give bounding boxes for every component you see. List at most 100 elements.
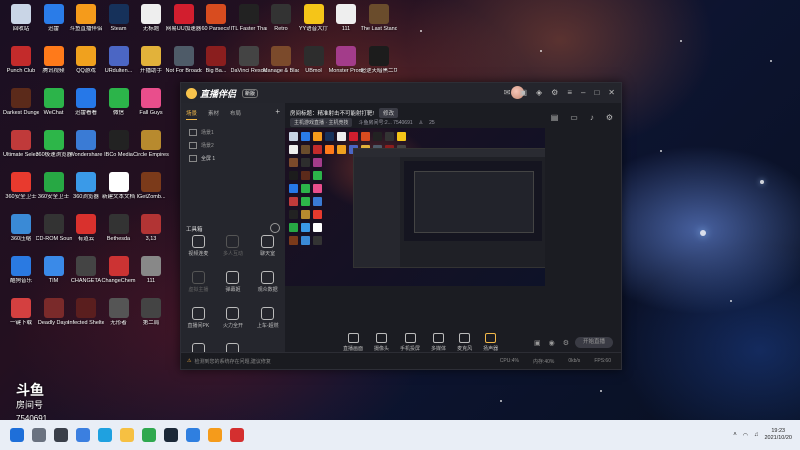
desktop-icon[interactable]: IGetZomb...: [134, 172, 168, 212]
desktop-icon[interactable]: 网易UU加速器: [166, 4, 201, 44]
desktop-icon[interactable]: 111: [329, 4, 363, 44]
scene-item[interactable]: 场景1: [181, 124, 285, 137]
desktop-icon[interactable]: 斗鱼直播伴侣: [69, 4, 103, 44]
start-live-button[interactable]: 开始直播: [575, 337, 613, 348]
desktop-icon[interactable]: CD-ROM Soundless: [36, 214, 72, 254]
file-explorer-icon[interactable]: [120, 428, 134, 442]
tool-item[interactable]: 视频连麦: [181, 235, 216, 257]
desktop-icon[interactable]: Retro: [264, 4, 298, 44]
clock[interactable]: 19:23 2021/10/20: [764, 428, 792, 442]
desktop-icon[interactable]: 有道云: [69, 214, 103, 254]
desktop-icon[interactable]: 一键下载: [4, 298, 38, 338]
desktop-icon[interactable]: QQ游戏: [69, 46, 103, 86]
gift-icon[interactable]: ▣: [519, 88, 527, 98]
desktop-icon[interactable]: Infected Shelter: [68, 298, 104, 338]
desktop-icon[interactable]: 360安全卫士: [37, 172, 71, 212]
desktop-icon[interactable]: 腾讯视频: [37, 46, 71, 86]
desktop-icon[interactable]: Bethesda: [102, 214, 136, 254]
volume-icon[interactable]: ♫: [754, 432, 759, 438]
desktop-icon[interactable]: Steam: [102, 4, 136, 44]
desktop-icon[interactable]: Punch Club: [4, 46, 38, 86]
desktop-icon[interactable]: DaVinci Resolve: [231, 46, 267, 86]
network-icon[interactable]: ◠: [743, 432, 748, 439]
source-button[interactable]: 扬声器: [483, 332, 498, 352]
desktop-icon[interactable]: ChangeChem: [102, 256, 136, 296]
tool-item[interactable]: 弹幕姬: [216, 271, 251, 293]
desktop-icon[interactable]: TIM: [37, 256, 71, 296]
desktop-icon[interactable]: 无标题: [134, 4, 168, 44]
screen-icon[interactable]: ▭: [570, 113, 578, 122]
desktop-icon[interactable]: 360安全卫士: [4, 172, 38, 212]
warning-text[interactable]: 检测到您的系统存在问题,建议修复: [194, 358, 270, 365]
desktop-icon[interactable]: UBmol: [297, 46, 331, 86]
desktop-icon[interactable]: 360压缩: [4, 214, 38, 254]
desktop-icon[interactable]: 60 Parsecs!: [199, 4, 233, 44]
visibility-icon[interactable]: [189, 142, 197, 149]
minimize-icon[interactable]: –: [581, 88, 585, 98]
tool-item[interactable]: 火力全开: [216, 307, 251, 329]
source-button[interactable]: 摄像头: [374, 332, 389, 352]
lock-icon[interactable]: ▤: [551, 113, 559, 122]
source-button[interactable]: 手机投屏: [400, 332, 420, 352]
eye-icon[interactable]: ◉: [549, 339, 555, 347]
desktop-icon[interactable]: 无形者: [102, 298, 136, 338]
desktop-icon[interactable]: 迅雷: [37, 4, 71, 44]
desktop-icon[interactable]: 新建文本文档: [102, 172, 136, 212]
tool-item[interactable]: 上车-超燃: [250, 307, 285, 329]
desktop-icon[interactable]: CHANGETA: [69, 256, 103, 296]
gear-small-icon[interactable]: ⚙: [563, 339, 569, 347]
desktop-icon[interactable]: Fall Guys: [134, 88, 168, 128]
scene-item[interactable]: 全屏 1: [181, 150, 285, 163]
desktop-icon[interactable]: Manage & Blade: [263, 46, 299, 86]
live-preview[interactable]: [285, 128, 545, 286]
desktop-icon[interactable]: Monster Prom: [329, 46, 363, 86]
toolbox-collapse-icon[interactable]: [270, 223, 280, 233]
tool-item[interactable]: 观众数据: [250, 271, 285, 293]
message-icon[interactable]: ✉: [504, 88, 511, 98]
desktop-icon[interactable]: Ultimate Select Hero: [3, 130, 39, 170]
desktop-icon[interactable]: Deadly Days: [37, 298, 71, 338]
visibility-icon[interactable]: [189, 155, 197, 162]
tool-item[interactable]: 多人互动: [216, 235, 251, 257]
version-badge[interactable]: 新版: [242, 89, 259, 98]
desktop-icon[interactable]: 360浏览器: [69, 172, 103, 212]
desktop-icon[interactable]: 第二局: [134, 298, 168, 338]
source-button[interactable]: 麦克风: [457, 332, 472, 352]
widgets-icon[interactable]: [76, 428, 90, 442]
edge-icon[interactable]: [98, 428, 112, 442]
desktop-icon[interactable]: Not For Broadcast: [166, 46, 202, 86]
store-icon[interactable]: [186, 428, 200, 442]
source-button[interactable]: 直播画面: [343, 332, 363, 352]
visibility-icon[interactable]: [189, 129, 197, 136]
desktop-icon[interactable]: IBCo Media: [102, 130, 136, 170]
search-icon[interactable]: [32, 428, 46, 442]
douyu-icon[interactable]: [208, 428, 222, 442]
chrome-icon[interactable]: [142, 428, 156, 442]
windows-icon[interactable]: [10, 428, 24, 442]
desktop-icon[interactable]: 360极速浏览器: [36, 130, 72, 170]
steam-icon[interactable]: [164, 428, 178, 442]
desktop-icon[interactable]: 3,13: [134, 214, 168, 254]
tab-scene[interactable]: 场景: [186, 109, 198, 120]
tool-item[interactable]: 聊天室: [250, 235, 285, 257]
desktop-icon[interactable]: Wondershare: [69, 130, 103, 170]
desktop-icon[interactable]: WeChat: [37, 88, 71, 128]
settings-icon[interactable]: ⚙: [551, 88, 558, 98]
tool-item[interactable]: 虚拟主播: [181, 271, 216, 293]
add-scene-icon[interactable]: +: [275, 108, 280, 120]
bell-icon[interactable]: ♪: [590, 113, 594, 122]
desktop-icon[interactable]: 超逆天暗黑二世: [361, 46, 397, 86]
desktop-icon[interactable]: 回收站: [4, 4, 38, 44]
desktop-icon[interactable]: The Last Stand A...: [361, 4, 397, 44]
desktop-icon[interactable]: ITL Faster Than Light: [231, 4, 267, 44]
maximize-icon[interactable]: □: [594, 88, 599, 98]
taskview-icon[interactable]: [54, 428, 68, 442]
desktop-icon[interactable]: URdulten...: [102, 46, 136, 86]
scene-item[interactable]: 场景2: [181, 137, 285, 150]
desktop-icon[interactable]: 开播助手: [134, 46, 168, 86]
netease-icon[interactable]: [230, 428, 244, 442]
camera-icon[interactable]: ▣: [534, 339, 541, 347]
desktop-icon[interactable]: 微信: [102, 88, 136, 128]
desktop-icon[interactable]: Darkest Dungeon: [3, 88, 39, 128]
desktop-icon[interactable]: 酷狗音乐: [4, 256, 38, 296]
